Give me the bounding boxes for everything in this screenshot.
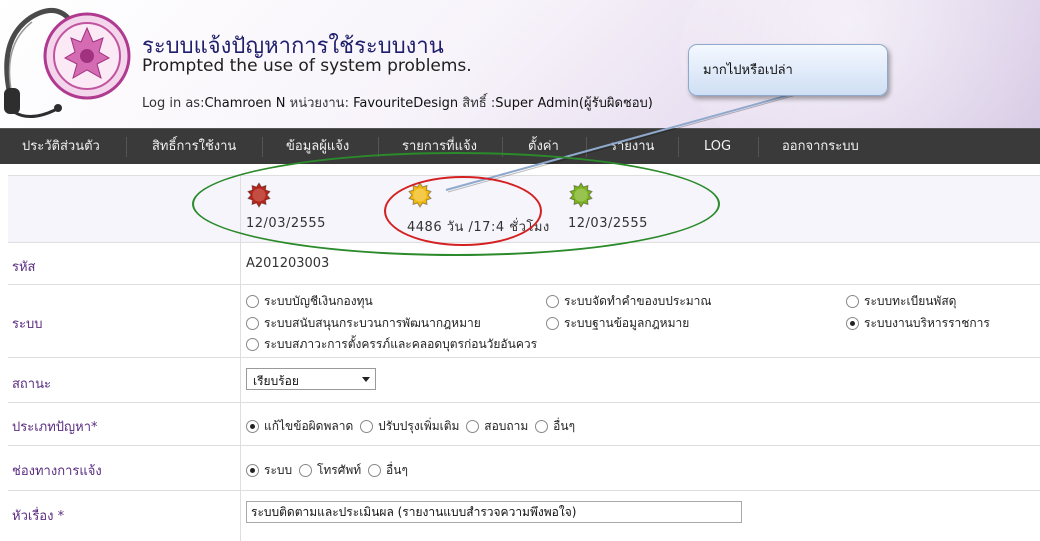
radio-button[interactable] bbox=[246, 317, 259, 330]
status-item-overdue bbox=[246, 182, 272, 212]
channel-options: ระบบ โทรศัพท์ อื่นๆ bbox=[246, 461, 408, 480]
form-row-code: รหัส A201203003 bbox=[8, 242, 1040, 285]
nav-separator bbox=[502, 137, 503, 157]
radio-button-selected[interactable] bbox=[246, 420, 259, 433]
nav-profile[interactable]: ประวัติส่วนตัว bbox=[22, 129, 100, 164]
system-option[interactable]: ระบบฐานข้อมูลกฎหมาย bbox=[546, 314, 689, 333]
nav-separator bbox=[126, 137, 127, 157]
channel-option-label: โทรศัพท์ bbox=[316, 463, 362, 477]
nav-reports[interactable]: รายงาน bbox=[610, 129, 654, 164]
code-value: A201203003 bbox=[246, 256, 330, 271]
status-date-1: 12/03/2555 bbox=[246, 216, 326, 231]
login-prefix: Log in as: bbox=[142, 96, 205, 111]
government-seal-logo bbox=[43, 12, 131, 100]
system-option[interactable]: ระบบสภาวะการตั้งครรภ์และคลอดบุตรก่อนวัยอ… bbox=[246, 335, 537, 354]
nav-reported-items[interactable]: รายการที่แจ้ง bbox=[402, 129, 477, 164]
system-option[interactable]: ระบบจัดทำคำของบประมาณ bbox=[546, 292, 712, 311]
main-navigation: ประวัติส่วนตัว สิทธิ์การใช้งาน ข้อมูลผู้… bbox=[0, 128, 1040, 164]
channel-option-label: อื่นๆ bbox=[386, 463, 408, 477]
problem-type-option-label: สอบถาม bbox=[484, 419, 529, 433]
callout-bubble: มากไปหรือเปล่า bbox=[688, 44, 888, 96]
problem-type-option-label: อื่นๆ bbox=[553, 419, 576, 433]
status-item-warning bbox=[407, 182, 433, 212]
radio-button[interactable] bbox=[246, 295, 259, 308]
subject-label: หัวเรื่อง * bbox=[12, 509, 65, 524]
nav-separator bbox=[758, 137, 759, 157]
status-select[interactable]: เรียบร้อย bbox=[246, 368, 376, 390]
radio-button-selected[interactable] bbox=[246, 464, 259, 477]
nav-permissions[interactable]: สิทธิ์การใช้งาน bbox=[152, 129, 236, 164]
system-option-label: ระบบสนับสนุนกระบวนการพัฒนากฎหมาย bbox=[264, 316, 481, 330]
problem-type-option-label: ปรับปรุงเพิ่มเติม bbox=[378, 419, 460, 433]
nav-separator bbox=[262, 137, 263, 157]
system-option[interactable]: ระบบงานบริหารราชการ bbox=[846, 314, 990, 333]
nav-separator bbox=[586, 137, 587, 157]
callout-text: มากไปหรือเปล่า bbox=[703, 63, 793, 78]
status-indicator-row: 12/03/2555 4486 วัน /17:4 ชั่วโมง 12/03/… bbox=[8, 175, 1040, 243]
status-item-ok bbox=[568, 182, 594, 212]
system-option[interactable]: ระบบบัญชีเงินกองทุน bbox=[246, 292, 373, 311]
system-option-label: ระบบทะเบียนพัสดุ bbox=[864, 294, 957, 308]
login-user: Chamroen N bbox=[204, 96, 286, 111]
system-option-label: ระบบบัญชีเงินกองทุน bbox=[264, 294, 373, 308]
yellow-badge-icon bbox=[408, 182, 432, 208]
system-option-label: ระบบงานบริหารราชการ bbox=[864, 316, 990, 330]
nav-separator bbox=[678, 137, 679, 157]
chevron-down-icon[interactable] bbox=[362, 377, 370, 382]
nav-settings[interactable]: ตั้งค่า bbox=[528, 129, 559, 164]
role-label: สิทธิ์ : bbox=[458, 96, 496, 111]
red-badge-icon bbox=[247, 182, 271, 208]
status-elapsed-time: 4486 วัน /17:4 ชั่วโมง bbox=[407, 220, 550, 235]
radio-button[interactable] bbox=[846, 295, 859, 308]
problem-type-options: แก้ไขข้อผิดพลาด ปรับปรุงเพิ่มเติม สอบถาม… bbox=[246, 417, 575, 436]
status-label: สถานะ bbox=[12, 377, 51, 392]
nav-log[interactable]: LOG bbox=[704, 129, 731, 164]
system-label: ระบบ bbox=[12, 317, 43, 332]
subject-input[interactable] bbox=[246, 501, 742, 523]
app-subtitle: Prompted the use of system problems. bbox=[142, 56, 472, 76]
system-option[interactable]: ระบบสนับสนุนกระบวนการพัฒนากฎหมาย bbox=[246, 314, 481, 333]
radio-button-selected[interactable] bbox=[846, 317, 859, 330]
form-row-status: สถานะ bbox=[8, 358, 1040, 403]
radio-button[interactable] bbox=[246, 338, 259, 351]
nav-reporters[interactable]: ข้อมูลผู้แจ้ง bbox=[286, 129, 349, 164]
problem-type-label: ประเภทปัญหา* bbox=[12, 420, 98, 435]
green-badge-icon bbox=[569, 182, 593, 208]
radio-button[interactable] bbox=[466, 420, 480, 433]
login-info: Log in as:Chamroen N หน่วยงาน: Favourite… bbox=[142, 92, 653, 113]
radio-button[interactable] bbox=[546, 295, 559, 308]
channel-label: ช่องทางการแจ้ง bbox=[12, 464, 102, 479]
code-label: รหัส bbox=[12, 260, 36, 275]
radio-button[interactable] bbox=[535, 420, 549, 433]
nav-logout[interactable]: ออกจากระบบ bbox=[782, 129, 859, 164]
role-value: Super Admin(ผู้รับผิดชอบ) bbox=[495, 96, 653, 111]
dept-value: FavouriteDesign bbox=[353, 96, 459, 111]
radio-button[interactable] bbox=[298, 464, 312, 477]
form-row-channel: ช่องทางการแจ้ง bbox=[8, 446, 1040, 491]
system-option[interactable]: ระบบทะเบียนพัสดุ bbox=[846, 292, 956, 311]
status-select-value: เรียบร้อย bbox=[253, 374, 299, 388]
channel-option-label: ระบบ bbox=[264, 463, 293, 477]
status-date-2: 12/03/2555 bbox=[568, 216, 648, 231]
radio-button[interactable] bbox=[368, 464, 382, 477]
radio-button[interactable] bbox=[360, 420, 374, 433]
system-option-label: ระบบจัดทำคำของบประมาณ bbox=[564, 294, 712, 308]
radio-button[interactable] bbox=[546, 317, 559, 330]
dept-label: หน่วยงาน: bbox=[285, 96, 354, 111]
system-option-label: ระบบฐานข้อมูลกฎหมาย bbox=[564, 316, 690, 330]
problem-type-option-label: แก้ไขข้อผิดพลาด bbox=[264, 419, 354, 433]
nav-separator bbox=[378, 137, 379, 157]
system-option-label: ระบบสภาวะการตั้งครรภ์และคลอดบุตรก่อนวัยอ… bbox=[264, 337, 538, 351]
